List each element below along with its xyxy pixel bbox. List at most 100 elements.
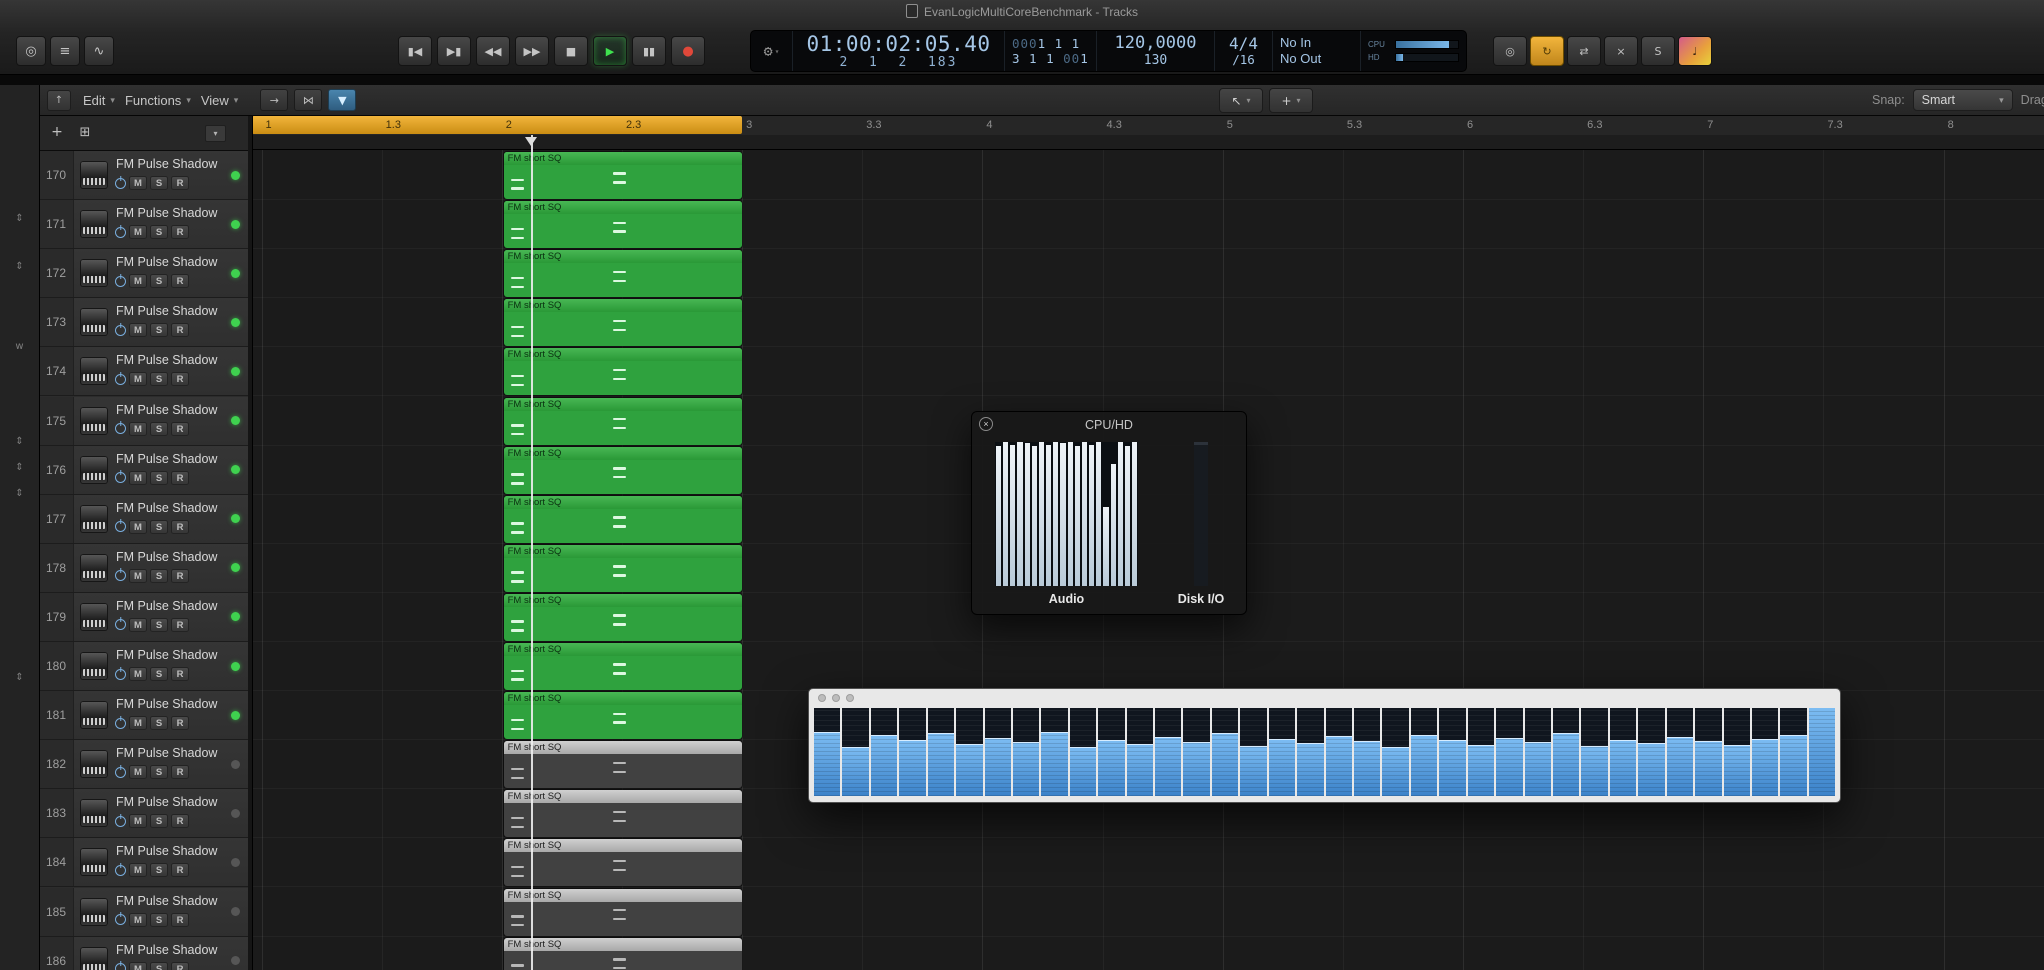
track-power-button[interactable]	[115, 963, 126, 970]
track-s-button[interactable]: S	[150, 422, 168, 436]
ruler-marker-row[interactable]	[252, 135, 2044, 150]
track-r-button[interactable]: R	[171, 618, 189, 632]
midi-region[interactable]: FM short SQ	[504, 839, 742, 886]
track-list-divider[interactable]	[248, 115, 253, 970]
crossfade-icon[interactable]: ⋈	[294, 89, 322, 111]
track-m-button[interactable]: M	[129, 176, 147, 190]
midi-region[interactable]: FM short SQ	[504, 348, 742, 395]
track-power-button[interactable]	[115, 816, 126, 827]
rewind-button[interactable]: ◀◀	[476, 36, 510, 66]
track-s-button[interactable]: S	[150, 962, 168, 970]
track-header[interactable]: 180FM Pulse ShadowMSR	[39, 642, 248, 691]
midi-region[interactable]: FM short SQ	[504, 938, 742, 970]
track-s-button[interactable]: S	[150, 667, 168, 681]
track-r-button[interactable]: R	[171, 716, 189, 730]
menu-view[interactable]: View▾	[197, 91, 242, 110]
midi-region[interactable]: FM short SQ	[504, 692, 742, 739]
track-power-button[interactable]	[115, 570, 126, 581]
menu-functions[interactable]: Functions▾	[121, 91, 195, 110]
track-header[interactable]: 186FM Pulse ShadowMSR	[39, 937, 248, 970]
track-power-button[interactable]	[115, 914, 126, 925]
track-r-button[interactable]: R	[171, 471, 189, 485]
midi-region[interactable]: FM short SQ	[504, 496, 742, 543]
track-power-button[interactable]	[115, 423, 126, 434]
track-r-button[interactable]: R	[171, 913, 189, 927]
bar-ruler[interactable]: 11.322.333.344.355.366.377.38	[252, 115, 2044, 150]
replace-button[interactable]: ×	[1604, 36, 1638, 66]
track-r-button[interactable]: R	[171, 176, 189, 190]
midi-region[interactable]: FM short SQ	[504, 741, 742, 788]
track-r-button[interactable]: R	[171, 667, 189, 681]
track-s-button[interactable]: S	[150, 520, 168, 534]
track-m-button[interactable]: M	[129, 520, 147, 534]
track-header[interactable]: 171FM Pulse ShadowMSR	[39, 200, 248, 249]
musical-typing-button[interactable]: ♩	[1678, 36, 1712, 66]
track-s-button[interactable]: S	[150, 765, 168, 779]
track-s-button[interactable]: S	[150, 716, 168, 730]
track-r-button[interactable]: R	[171, 422, 189, 436]
track-power-button[interactable]	[115, 669, 126, 680]
track-s-button[interactable]: S	[150, 274, 168, 288]
left-click-tool-menu[interactable]: ↖▾	[1219, 88, 1263, 113]
menu-edit[interactable]: Edit▾	[79, 91, 119, 110]
track-r-button[interactable]: R	[171, 863, 189, 877]
track-m-button[interactable]: M	[129, 471, 147, 485]
track-header[interactable]: 183FM Pulse ShadowMSR	[39, 789, 248, 838]
lcd-performance-meters[interactable]: CPU HD	[1361, 31, 1466, 71]
quick-help-button[interactable]: ◎	[16, 36, 46, 66]
solo-button[interactable]: S	[1641, 36, 1675, 66]
track-r-button[interactable]: R	[171, 814, 189, 828]
track-s-button[interactable]: S	[150, 471, 168, 485]
track-r-button[interactable]: R	[171, 962, 189, 970]
record-button[interactable]: ●	[671, 36, 705, 66]
track-m-button[interactable]: M	[129, 618, 147, 632]
track-r-button[interactable]: R	[171, 323, 189, 337]
filter-icon[interactable]: ▼	[328, 89, 356, 111]
autopunch-button[interactable]: ⇄	[1567, 36, 1601, 66]
track-power-button[interactable]	[115, 472, 126, 483]
track-power-button[interactable]	[115, 325, 126, 336]
lcd-time-signature[interactable]: 4/4 /16	[1215, 31, 1273, 71]
track-m-button[interactable]: M	[129, 765, 147, 779]
midi-region[interactable]: FM short SQ	[504, 889, 742, 936]
track-header[interactable]: 170FM Pulse ShadowMSR	[39, 151, 248, 200]
track-m-button[interactable]: M	[129, 372, 147, 386]
forward-button[interactable]: ▶▶	[515, 36, 549, 66]
playhead[interactable]	[531, 135, 533, 970]
track-header[interactable]: 182FM Pulse ShadowMSR	[39, 740, 248, 789]
track-m-button[interactable]: M	[129, 863, 147, 877]
lcd-locators[interactable]: 0001 1 1 3 1 1 001	[1005, 31, 1097, 71]
midi-region[interactable]: FM short SQ	[504, 643, 742, 690]
track-r-button[interactable]: R	[171, 225, 189, 239]
inspector-button[interactable]: ≡	[50, 36, 80, 66]
cycle-region[interactable]	[252, 116, 742, 134]
track-m-button[interactable]: M	[129, 569, 147, 583]
track-power-button[interactable]	[115, 619, 126, 630]
track-header[interactable]: 172FM Pulse ShadowMSR	[39, 249, 248, 298]
track-power-button[interactable]	[115, 276, 126, 287]
track-header[interactable]: 173FM Pulse ShadowMSR	[39, 298, 248, 347]
track-r-button[interactable]: R	[171, 569, 189, 583]
tools-button[interactable]: ∿	[84, 36, 114, 66]
track-m-button[interactable]: M	[129, 962, 147, 970]
track-s-button[interactable]: S	[150, 372, 168, 386]
midi-region[interactable]: FM short SQ	[504, 152, 742, 199]
play-button[interactable]: ▶	[593, 36, 627, 66]
midi-region[interactable]: FM short SQ	[504, 299, 742, 346]
track-r-button[interactable]: R	[171, 274, 189, 288]
midi-region[interactable]: FM short SQ	[504, 201, 742, 248]
duplicate-track-button[interactable]: ⊞	[75, 123, 95, 141]
track-s-button[interactable]: S	[150, 569, 168, 583]
multicore-window-titlebar[interactable]	[809, 689, 1840, 707]
midi-region[interactable]: FM short SQ	[504, 250, 742, 297]
multicore-meter-window[interactable]	[808, 688, 1841, 803]
track-s-button[interactable]: S	[150, 618, 168, 632]
track-header[interactable]: 179FM Pulse ShadowMSR	[39, 593, 248, 642]
ruler-numbers-row[interactable]: 11.322.333.344.355.366.377.38	[252, 115, 2044, 136]
track-power-button[interactable]	[115, 374, 126, 385]
track-r-button[interactable]: R	[171, 372, 189, 386]
go-to-end-button[interactable]: ▶▮	[437, 36, 471, 66]
track-header[interactable]: 177FM Pulse ShadowMSR	[39, 495, 248, 544]
track-m-button[interactable]: M	[129, 323, 147, 337]
track-power-button[interactable]	[115, 718, 126, 729]
